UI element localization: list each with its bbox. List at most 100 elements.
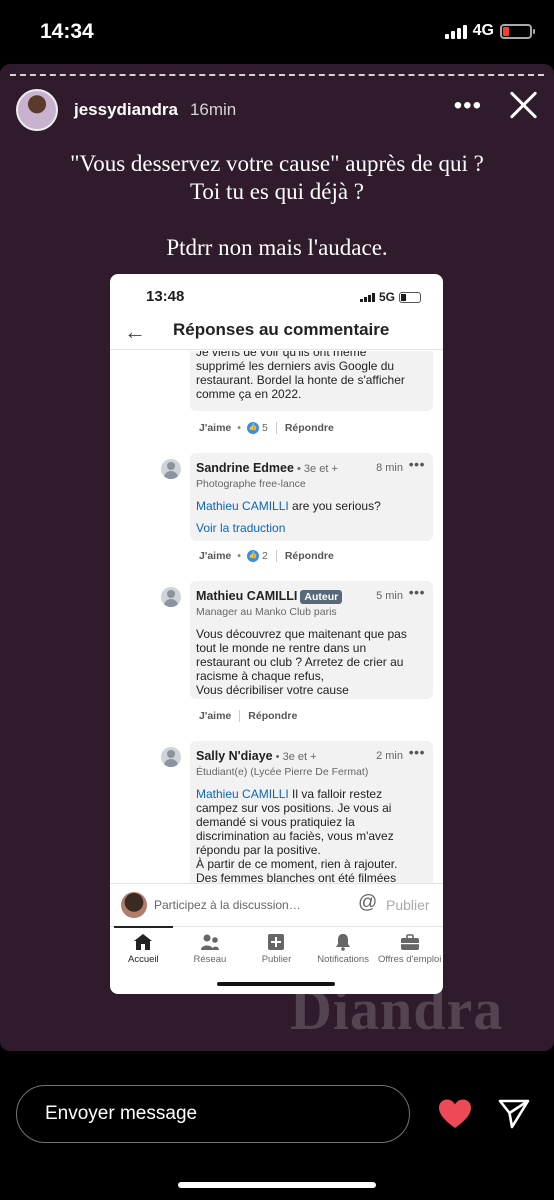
comment-bubble: Sandrine Edmee • 3e et + 8 min ••• Photo…: [190, 453, 433, 541]
inner-status-bar: 13:48 5G: [110, 274, 443, 316]
tab-label: Notifications: [317, 954, 369, 965]
caption-line: Toi tu es qui déjà ?: [189, 179, 365, 204]
comment-actions: J'aime Répondre: [199, 710, 297, 722]
mention-at-icon[interactable]: @: [358, 892, 377, 914]
embedded-screenshot: 13:48 5G ← Réponses au commentaire Je vi…: [110, 274, 443, 994]
comment-text: Je viens de voir qu'ils ont même supprim…: [196, 351, 405, 401]
publish-button[interactable]: Publier: [386, 897, 430, 913]
reply-button[interactable]: Répondre: [285, 422, 334, 434]
comment-more-icon[interactable]: •••: [409, 745, 425, 759]
close-icon[interactable]: [508, 90, 538, 120]
comment-bubble: Je viens de voir qu'ils ont même supprim…: [190, 351, 433, 411]
separator-dot: •: [237, 550, 241, 562]
comment-more-icon[interactable]: •••: [409, 585, 425, 599]
more-options-icon[interactable]: •••: [454, 92, 482, 120]
comment-body: are you serious?: [288, 499, 381, 513]
comment-actions: J'aime • 👍 5 Répondre: [199, 422, 334, 434]
connection-degree: • 3e et +: [293, 463, 338, 475]
home-icon: [110, 932, 177, 951]
tab-network[interactable]: Réseau: [177, 927, 244, 971]
story-age: 16min: [189, 100, 237, 119]
network-icon: [177, 932, 244, 951]
divider: [275, 550, 277, 562]
separator-dot: •: [237, 422, 241, 434]
comment-input-bar: Participez à la discussion… @ Publier: [110, 883, 443, 926]
heart-icon[interactable]: [438, 1098, 472, 1130]
comment-more-icon[interactable]: •••: [409, 457, 425, 471]
status-time: 14:34: [40, 20, 94, 43]
comment-text: Mathieu CAMILLI Il va falloir restez cam…: [196, 787, 427, 883]
inner-status-time: 13:48: [146, 288, 185, 305]
network-label: 4G: [472, 22, 494, 39]
comment-author[interactable]: Sandrine Edmee: [196, 461, 294, 475]
watermark: Diandra: [290, 977, 504, 1042]
plus-icon: [243, 932, 310, 951]
comment-author[interactable]: Mathieu CAMILLI: [196, 589, 297, 603]
story-caption-2: Ptdrr non mais l'audace.: [166, 235, 388, 260]
comment-input[interactable]: Participez à la discussion…: [154, 898, 301, 912]
translate-link[interactable]: Voir la traduction: [196, 521, 427, 535]
avatar[interactable]: [161, 459, 181, 479]
tab-label: Offres d'emploi: [377, 954, 442, 965]
home-indicator: [178, 1182, 376, 1188]
message-placeholder: Envoyer message: [45, 1103, 198, 1124]
status-bar: 14:34 4G: [0, 0, 554, 66]
author-headline: Étudiant(e) (Lycée Pierre De Fermat): [196, 766, 369, 778]
story-username[interactable]: jessydiandra: [74, 100, 178, 120]
divider: [275, 422, 277, 434]
comment-body: Il va falloir restez campez sur vos posi…: [196, 787, 398, 883]
status-right: 4G: [444, 22, 535, 40]
back-arrow-icon[interactable]: ←: [124, 321, 146, 343]
author-headline: Manager au Manko Club paris: [196, 606, 337, 618]
inner-signal-icon: [359, 292, 375, 302]
story-progress-bar: [10, 74, 544, 76]
tab-label: Accueil: [127, 954, 159, 965]
inner-network-label: 5G: [378, 290, 395, 304]
story-header: jessydiandra 16min •••: [16, 88, 538, 132]
inner-status-right: 5G: [359, 290, 421, 304]
divider: [239, 710, 241, 722]
reply-button[interactable]: Répondre: [285, 550, 334, 562]
caption-line: "Vous desservez votre cause" auprès de q…: [70, 151, 484, 176]
like-count[interactable]: 5: [262, 422, 268, 434]
like-button[interactable]: J'aime: [199, 550, 231, 562]
bell-icon: [310, 932, 377, 951]
tab-notifications[interactable]: Notifications: [310, 927, 377, 971]
comment-actions: J'aime • 👍 2 Répondre: [199, 550, 334, 562]
story-avatar[interactable]: [16, 89, 58, 131]
reply-button[interactable]: Répondre: [248, 710, 297, 722]
mention-link[interactable]: Mathieu CAMILLI: [196, 787, 289, 801]
like-count[interactable]: 2: [262, 550, 268, 562]
tab-home[interactable]: Accueil: [110, 926, 177, 971]
comment-author[interactable]: Sally N'diaye: [196, 749, 273, 763]
like-reaction-icon: 👍: [246, 550, 259, 562]
inner-title-bar: ← Réponses au commentaire: [110, 316, 443, 350]
story-caption-1: "Vous desservez votre cause" auprès de q…: [20, 150, 534, 206]
like-button[interactable]: J'aime: [199, 710, 231, 722]
comment-time: 8 min: [376, 462, 403, 474]
comment-time: 2 min: [376, 750, 403, 762]
tab-jobs[interactable]: Offres d'emploi: [376, 927, 443, 971]
avatar[interactable]: [161, 587, 181, 607]
tab-publish[interactable]: Publier: [243, 927, 310, 971]
like-button[interactable]: J'aime: [199, 422, 231, 434]
avatar[interactable]: [161, 747, 181, 767]
tab-label: Publier: [261, 954, 292, 965]
inner-page-title: Réponses au commentaire: [173, 320, 390, 339]
author-headline: Photographe free-lance: [196, 478, 306, 490]
tab-label: Réseau: [193, 954, 227, 965]
signal-icon: [444, 24, 467, 39]
send-icon[interactable]: [497, 1098, 531, 1130]
story-view[interactable]: jessydiandra 16min ••• "Vous desservez v…: [0, 64, 554, 1051]
comment-time: 5 min: [376, 590, 403, 602]
mention-link[interactable]: Mathieu CAMILLI: [196, 499, 289, 513]
comment-thread[interactable]: Je viens de voir qu'ils ont même supprim…: [110, 351, 443, 883]
message-input[interactable]: Envoyer message: [16, 1085, 410, 1143]
comment-bubble: Sally N'diaye • 3e et + 2 min ••• Étudia…: [190, 741, 433, 883]
comment-text: Vous découvrez que maitenant que pas tou…: [196, 627, 407, 697]
like-reaction-icon: 👍: [246, 422, 259, 434]
inner-battery-icon: [399, 291, 421, 303]
comment-bubble: Mathieu CAMILLI Auteur 5 min ••• Manager …: [190, 581, 433, 699]
bottom-tab-bar: Accueil Réseau Publier Notifications Off…: [110, 926, 443, 971]
comment-text: Mathieu CAMILLI are you serious?: [196, 499, 427, 513]
